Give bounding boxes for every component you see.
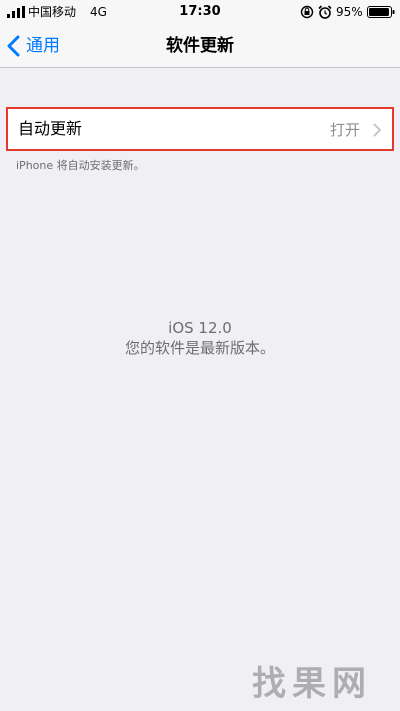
- status-bar: 中国移动 4G 17:30 95%: [0, 0, 400, 24]
- auto-update-footer-note: iPhone 将自动安装更新。: [16, 159, 145, 172]
- battery-icon: [367, 6, 395, 18]
- page-title: 软件更新: [166, 36, 234, 56]
- auto-update-value: 打开: [329, 121, 360, 139]
- alarm-clock-icon: [318, 5, 332, 19]
- os-version: iOS 12.0: [168, 319, 232, 337]
- version-info: iOS 12.0 您的软件是最新版本。: [0, 318, 400, 358]
- navigation-bar: 通用 软件更新: [0, 24, 400, 68]
- auto-update-label: 自动更新: [18, 119, 83, 138]
- up-to-date-message: 您的软件是最新版本。: [124, 339, 275, 357]
- watermark-text: 找果网: [252, 664, 372, 704]
- orientation-lock-icon: [300, 5, 314, 19]
- battery-percent: 95%: [336, 5, 363, 19]
- chevron-right-icon: [373, 123, 381, 137]
- watermark-logo: 找果网: [252, 663, 392, 707]
- auto-update-cell[interactable]: 自动更新 打开: [6, 107, 394, 151]
